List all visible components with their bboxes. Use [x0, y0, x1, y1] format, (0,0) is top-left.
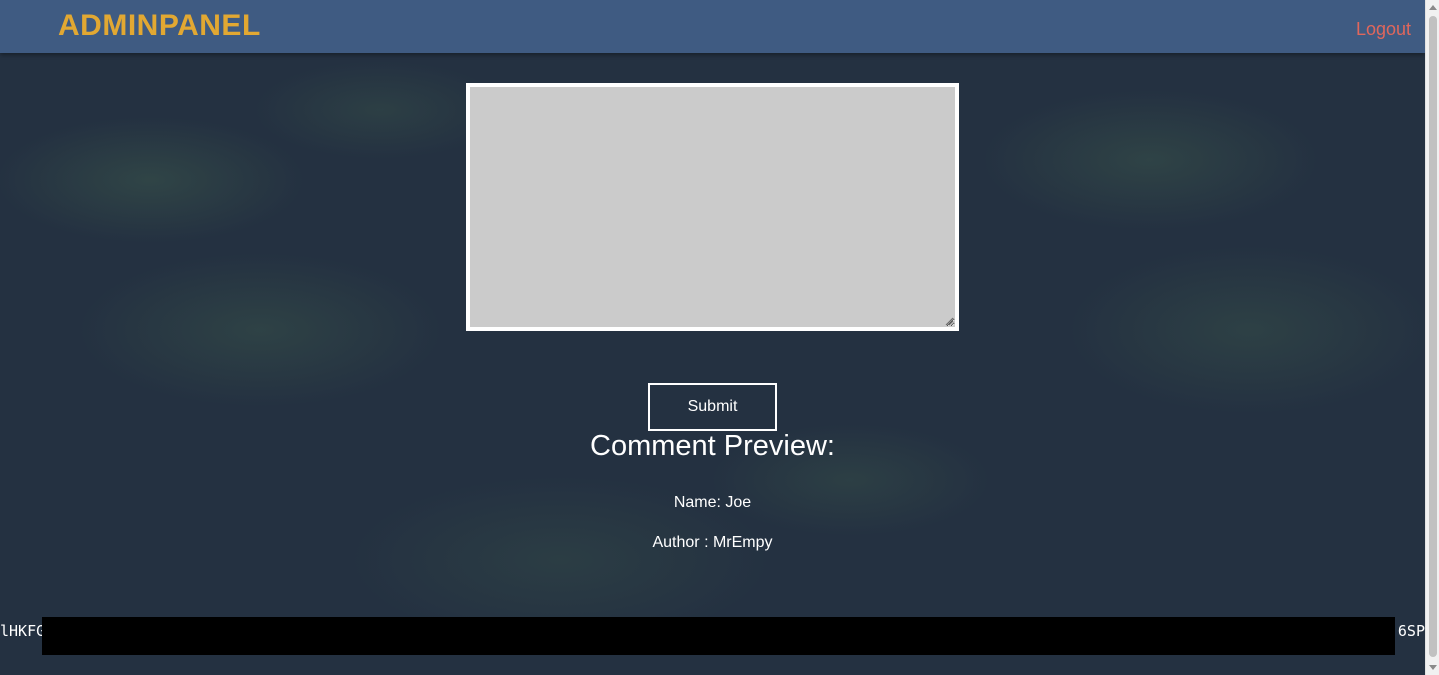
- logout-link[interactable]: Logout: [1356, 19, 1411, 40]
- submit-button[interactable]: Submit: [648, 383, 777, 431]
- top-navbar: ADMINPANEL Logout: [0, 0, 1425, 53]
- scroll-up-arrow-icon[interactable]: [1429, 5, 1437, 10]
- comment-preview-name: Name: Joe: [673, 494, 752, 511]
- scroll-down-arrow-icon[interactable]: [1429, 665, 1437, 670]
- vertical-scrollbar[interactable]: [1425, 0, 1439, 675]
- comment-textarea[interactable]: [466, 83, 959, 331]
- ticker-left-text: lHKFG: [0, 622, 46, 640]
- redaction-bar: [42, 617, 1395, 655]
- brand-logo[interactable]: ADMINPANEL: [58, 9, 261, 43]
- comment-preview-title: Comment Preview:: [590, 430, 835, 462]
- comment-preview-author: Author : MrEmpy: [652, 534, 773, 551]
- scrollbar-thumb[interactable]: [1429, 16, 1437, 657]
